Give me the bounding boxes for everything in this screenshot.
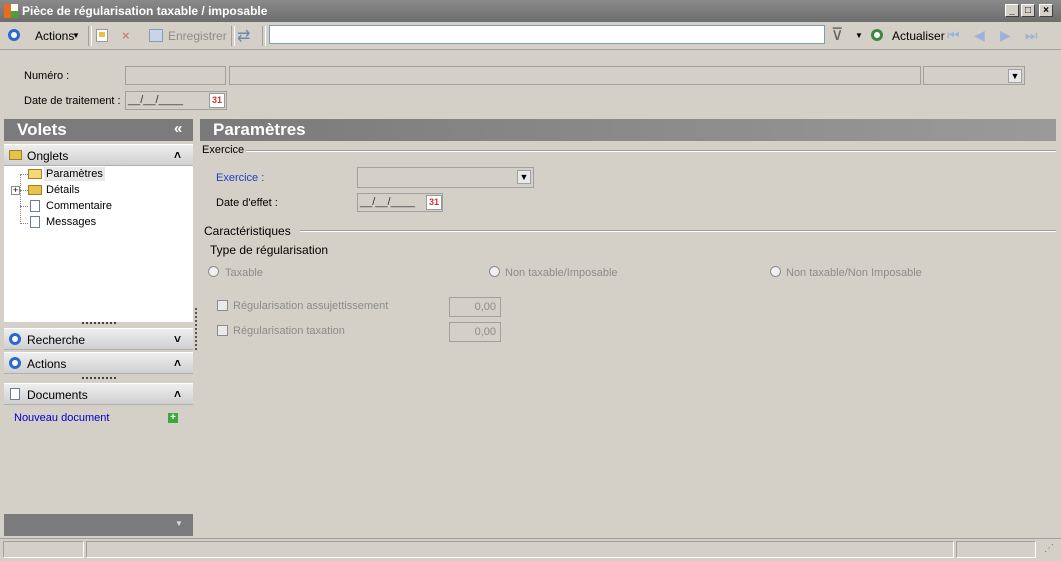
numero-combo[interactable]: ▼ xyxy=(923,66,1025,85)
window-title: Pièce de régularisation taxable / imposa… xyxy=(22,4,268,18)
tree-item-commentaire[interactable]: Commentaire xyxy=(46,200,112,212)
splitter-grip[interactable] xyxy=(82,377,116,382)
filter-dropdown-icon[interactable]: ▼ xyxy=(855,31,863,40)
exercice-label: Exercice : xyxy=(216,172,265,184)
section-actions[interactable]: Actions ˄ xyxy=(4,352,193,374)
taxation-amount[interactable]: 0,00 xyxy=(449,322,501,342)
resize-grip-icon[interactable]: ⋰ xyxy=(1044,543,1054,554)
calendar-icon[interactable]: 31 xyxy=(209,93,225,108)
chevron-down-icon[interactable]: ▼ xyxy=(175,519,183,528)
tree-item-details[interactable]: Détails xyxy=(46,184,80,196)
documents-panel: Nouveau document + xyxy=(4,405,193,512)
radio-non-taxable-imposable[interactable] xyxy=(489,266,500,277)
folder-icon xyxy=(9,150,22,160)
collapse-panel-icon[interactable]: « xyxy=(174,120,182,137)
actions-section-label: Actions xyxy=(27,357,67,371)
panel-footer: ▼ xyxy=(4,514,193,536)
exercice-group-label: Exercice xyxy=(202,144,245,156)
save-button[interactable]: Enregistrer xyxy=(168,29,227,43)
tree-item-parametres[interactable]: Paramètres xyxy=(44,167,105,181)
onglets-tree: Paramètres + Détails Commentaire Message… xyxy=(4,166,193,322)
sync-icon[interactable]: ⇄ xyxy=(237,26,250,46)
actions-menu[interactable]: Actions xyxy=(35,29,74,43)
app-icon xyxy=(4,4,18,18)
expand-down-icon[interactable]: ˅ xyxy=(174,332,181,346)
actions-icon xyxy=(8,29,20,41)
radio-non-taxable-non-imposable[interactable] xyxy=(770,266,781,277)
section-documents[interactable]: Documents ˄ xyxy=(4,383,193,405)
open-folder-icon xyxy=(28,169,42,179)
last-record-icon[interactable]: ⏭ xyxy=(1025,27,1038,44)
document-icon xyxy=(30,200,40,212)
caracteristiques-group-label: Caractéristiques xyxy=(204,224,291,238)
toolbar: Actions ▼ × Enregistrer ⇄ ⊽ ▼ Actualiser… xyxy=(0,23,1061,50)
volets-header: Volets « xyxy=(4,119,193,141)
section-recherche[interactable]: Recherche ˅ xyxy=(4,328,193,350)
delete-icon[interactable]: × xyxy=(122,28,130,43)
section-onglets[interactable]: Onglets ˄ xyxy=(4,144,193,166)
chevron-down-icon[interactable]: ▼ xyxy=(517,170,531,184)
collapse-up-icon[interactable]: ˄ xyxy=(174,148,181,162)
checkbox-taxation[interactable] xyxy=(217,325,228,336)
status-cell-2 xyxy=(86,541,954,558)
filter-icon[interactable]: ⊽ xyxy=(831,25,843,45)
tree-item-messages[interactable]: Messages xyxy=(46,216,96,228)
add-icon[interactable]: + xyxy=(168,413,178,423)
checkbox-taxation-label: Régularisation taxation xyxy=(233,325,345,337)
radio-taxable-label: Taxable xyxy=(225,267,263,279)
parametres-header: Paramètres xyxy=(200,119,1056,141)
previous-record-icon[interactable]: ◀ xyxy=(974,27,985,44)
document-icon xyxy=(30,216,40,228)
documents-label: Documents xyxy=(27,388,88,402)
close-button[interactable]: × xyxy=(1039,4,1053,17)
date-effet-label: Date d'effet : xyxy=(216,197,278,209)
numero-label: Numéro : xyxy=(24,70,70,82)
checkbox-assujettissement[interactable] xyxy=(217,300,228,311)
refresh-button[interactable]: Actualiser xyxy=(892,29,945,43)
splitter-grip[interactable] xyxy=(82,322,116,327)
vertical-splitter[interactable] xyxy=(195,308,199,350)
maximize-button[interactable]: □ xyxy=(1021,4,1035,17)
exercice-select[interactable]: ▼ xyxy=(357,167,534,188)
save-icon[interactable] xyxy=(149,29,163,42)
type-regularisation-label: Type de régularisation xyxy=(210,243,329,257)
status-cell-3 xyxy=(956,541,1036,558)
assujettissement-amount[interactable]: 0,00 xyxy=(449,297,501,317)
minimize-button[interactable]: _ xyxy=(1005,4,1019,17)
chevron-down-icon[interactable]: ▼ xyxy=(1008,69,1022,83)
volets-title: Volets xyxy=(17,120,67,139)
search-input[interactable] xyxy=(269,25,825,44)
collapse-up-icon[interactable]: ˄ xyxy=(174,387,181,401)
refresh-icon[interactable] xyxy=(871,29,883,41)
recherche-label: Recherche xyxy=(27,333,86,347)
folder-icon xyxy=(28,185,42,195)
actions-dropdown-icon[interactable]: ▼ xyxy=(72,31,80,40)
document-icon xyxy=(10,388,20,400)
page-title: Paramètres xyxy=(213,120,306,139)
title-bar: Pièce de régularisation taxable / imposa… xyxy=(0,0,1061,22)
onglets-label: Onglets xyxy=(27,149,69,163)
date-traitement-label: Date de traitement : xyxy=(24,95,121,107)
numero-description-field[interactable] xyxy=(229,66,921,85)
status-cell-1 xyxy=(3,541,84,558)
collapse-up-icon[interactable]: ˄ xyxy=(174,356,181,370)
radio-non-taxable-non-imposable-label: Non taxable/Non Imposable xyxy=(786,267,922,279)
radio-non-taxable-imposable-label: Non taxable/Imposable xyxy=(505,267,618,279)
status-bar: ⋰ xyxy=(0,538,1061,561)
search-section-icon xyxy=(9,333,21,345)
first-record-icon[interactable]: ⏮ xyxy=(947,27,960,44)
expand-icon[interactable]: + xyxy=(11,186,20,195)
calendar-icon[interactable]: 31 xyxy=(426,195,442,210)
next-record-icon[interactable]: ▶ xyxy=(1000,27,1011,44)
new-document-link[interactable]: Nouveau document xyxy=(14,412,109,424)
new-icon[interactable] xyxy=(96,29,108,42)
radio-taxable[interactable] xyxy=(208,266,219,277)
checkbox-assujettissement-label: Régularisation assujettissement xyxy=(233,300,389,312)
actions-section-icon xyxy=(9,357,21,369)
numero-field[interactable] xyxy=(125,66,226,85)
